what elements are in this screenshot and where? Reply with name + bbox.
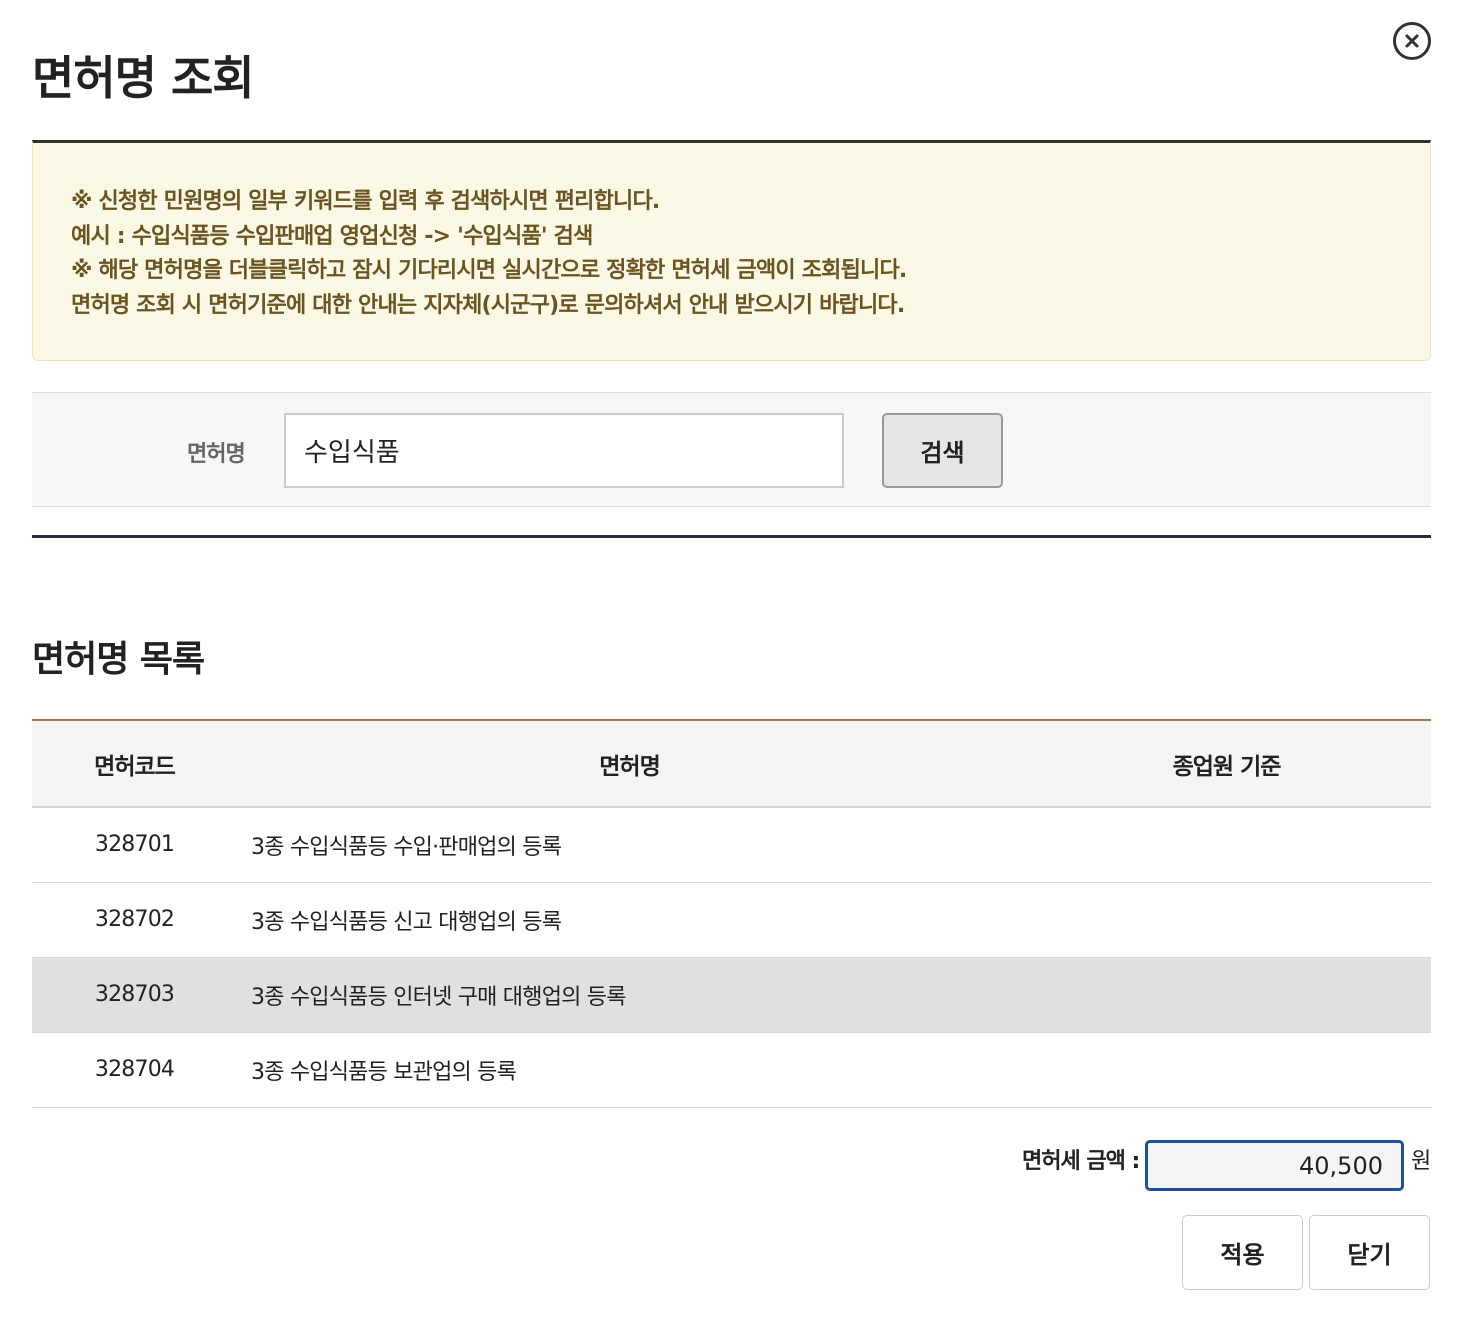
- cell-name: 3종 수입식품등 신고 대행업의 등록: [237, 882, 1022, 958]
- column-header-staff: 종업원 기준: [1022, 721, 1431, 808]
- apply-button[interactable]: 적용: [1182, 1215, 1303, 1290]
- search-input[interactable]: [284, 413, 844, 488]
- close-button[interactable]: 닫기: [1309, 1215, 1430, 1290]
- tax-unit-label: 원: [1411, 1149, 1432, 1174]
- cell-staff: [1022, 807, 1431, 883]
- search-label: 면허명: [187, 442, 246, 467]
- search-button[interactable]: 검색: [882, 413, 1003, 488]
- cell-code: 328702: [32, 882, 237, 958]
- search-panel: 면허명 검색: [32, 392, 1431, 507]
- cell-staff: [1022, 1032, 1431, 1108]
- notice-box: ※ 신청한 민원명의 일부 키워드를 입력 후 검색하시면 편리합니다. 예시 …: [32, 140, 1431, 361]
- tax-amount-field[interactable]: [1145, 1140, 1404, 1191]
- cell-staff: [1022, 957, 1431, 1033]
- dialog-title: 면허명 조회: [32, 51, 255, 105]
- notice-line: 예시 : 수입식품등 수입판매업 영업신청 -> '수입식품' 검색: [71, 223, 593, 249]
- table-row[interactable]: 328702 3종 수입식품등 신고 대행업의 등록: [32, 882, 1431, 958]
- notice-line: 면허명 조회 시 면허기준에 대한 안내는 지자체(시군구)로 문의하셔서 안내…: [71, 292, 905, 318]
- notice-line: ※ 해당 면허명을 더블클릭하고 잠시 기다리시면 실시간으로 정확한 면허세 …: [71, 258, 907, 283]
- list-title: 면허명 목록: [32, 639, 205, 680]
- notice-line: ※ 신청한 민원명의 일부 키워드를 입력 후 검색하시면 편리합니다.: [71, 189, 660, 214]
- column-header-code: 면허코드: [32, 721, 237, 808]
- tax-amount-label: 면허세 금액 :: [1022, 1149, 1140, 1174]
- cell-code: 328703: [32, 957, 237, 1033]
- cell-staff: [1022, 882, 1431, 958]
- license-table: 면허코드 면허명 종업원 기준 328701 3종 수입식품등 수입·판매업의 …: [32, 719, 1431, 1108]
- cell-code: 328701: [32, 807, 237, 883]
- table-row[interactable]: 328701 3종 수입식품등 수입·판매업의 등록: [32, 807, 1431, 883]
- license-lookup-dialog: 면허명 조회 ※ 신청한 민원명의 일부 키워드를 입력 후 검색하시면 편리합…: [0, 0, 1462, 1321]
- cell-name: 3종 수입식품등 인터넷 구매 대행업의 등록: [237, 957, 1022, 1033]
- close-icon: [1405, 34, 1419, 48]
- cell-name: 3종 수입식품등 보관업의 등록: [237, 1032, 1022, 1108]
- table-header-row: 면허코드 면허명 종업원 기준: [32, 721, 1431, 808]
- table-row[interactable]: 328704 3종 수입식품등 보관업의 등록: [32, 1032, 1431, 1108]
- column-header-name: 면허명: [237, 721, 1022, 808]
- section-divider: [32, 535, 1431, 538]
- close-dialog-button[interactable]: [1393, 22, 1431, 60]
- table-row-selected[interactable]: 328703 3종 수입식품등 인터넷 구매 대행업의 등록: [32, 957, 1431, 1033]
- cell-name: 3종 수입식품등 수입·판매업의 등록: [237, 807, 1022, 883]
- cell-code: 328704: [32, 1032, 237, 1108]
